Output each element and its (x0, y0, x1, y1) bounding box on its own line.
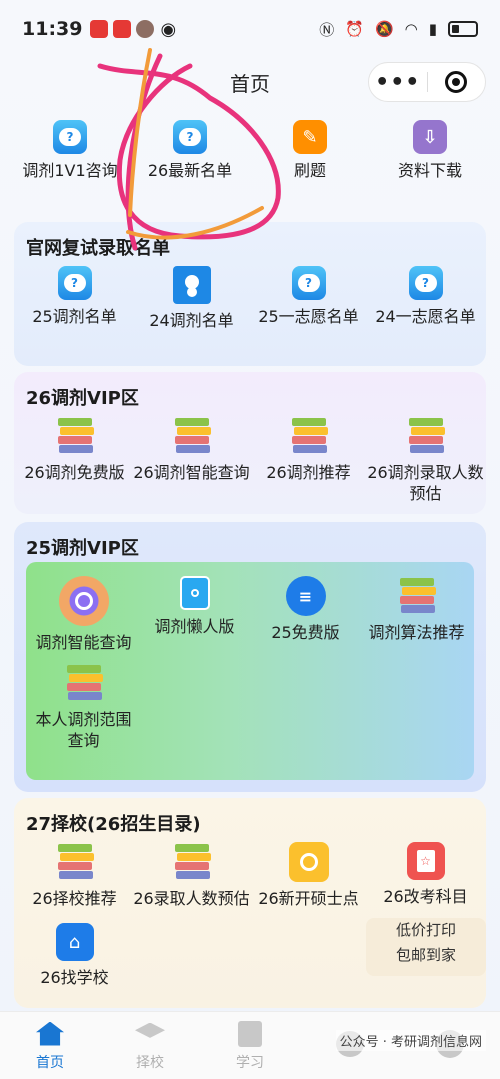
vip25-section: 25调剂VIP区 调剂智能查询 调剂懒人版 ≡ 25免费版 调剂算法推荐 本人调… (14, 522, 486, 792)
item-26-smart-query[interactable]: 26调剂智能查询 (133, 416, 250, 504)
mini-program-capsule: ••• (368, 62, 486, 102)
close-mini-program-button[interactable] (428, 71, 486, 93)
page-title: 首页 (230, 71, 270, 96)
section-title: 26调剂VIP区 (26, 388, 139, 409)
badge-icon (288, 842, 329, 882)
more-button[interactable]: ••• (369, 70, 427, 95)
section-title: 25调剂VIP区 (26, 538, 139, 559)
person-card-icon (179, 576, 210, 610)
chat-bubble-icon: ? (408, 266, 443, 300)
chat-bubble-icon: ? (173, 120, 207, 154)
person-icon (172, 266, 211, 304)
books-icon (56, 416, 94, 456)
books-icon (56, 842, 94, 882)
item-24-first-choice[interactable]: ? 24一志愿名单 (367, 266, 484, 332)
graduation-cap-icon (135, 1022, 165, 1038)
item-26-enroll-estimate[interactable]: 26录取人数预估 (133, 842, 250, 909)
item-26-find-school[interactable]: ⌂ 26找学校 (16, 923, 133, 988)
item-26-admission-estimate[interactable]: 26调剂录取人数预估 (367, 416, 484, 504)
school-icon: ⌂ (55, 923, 94, 961)
item-lazy-version[interactable]: 调剂懒人版 (139, 576, 250, 653)
magnify-icon (58, 576, 109, 626)
download-icon: ⇩ (413, 120, 447, 154)
shortcut-latest-list[interactable]: ? 26最新名单 (130, 120, 250, 200)
official-list-section: 官网复试录取名单 ? 25调剂名单 24调剂名单 ? 25一志愿名单 ? 24一… (14, 222, 486, 366)
item-25-first-choice[interactable]: ? 25一志愿名单 (250, 266, 367, 332)
item-26-school-recommend[interactable]: 26择校推荐 (16, 842, 133, 909)
print-promo-banner[interactable]: 低价打印 包邮到家 (366, 918, 486, 976)
shortcut-practice[interactable]: ✎ 刷题 (250, 120, 370, 200)
status-bar: 11:39 ◉ Ⓝ ⏰ 🔕 ◠ ▮ (0, 0, 500, 58)
mute-icon: 🔕 (374, 20, 394, 38)
tab-study[interactable]: 学习 (200, 1012, 300, 1079)
book-icon (238, 1020, 262, 1047)
notification-icon (113, 20, 132, 38)
vip25-panel: 调剂智能查询 调剂懒人版 ≡ 25免费版 调剂算法推荐 本人调剂范围查询 (26, 562, 474, 780)
eye-icon: ◉ (160, 18, 177, 40)
books-icon (173, 416, 211, 456)
item-25-free[interactable]: ≡ 25免费版 (250, 576, 361, 653)
item-25-adjust-list[interactable]: ? 25调剂名单 (16, 266, 133, 332)
chat-bubble-icon: ? (57, 266, 92, 300)
target-icon (445, 71, 468, 93)
books-icon (407, 416, 445, 456)
red-book-icon: ☆ (406, 842, 445, 880)
status-icons: Ⓝ ⏰ 🔕 ◠ ▮ (319, 19, 478, 40)
books-icon (65, 663, 103, 703)
books-icon (398, 576, 436, 616)
alarm-icon: ⏰ (345, 20, 364, 38)
tab-school[interactable]: 择校 (100, 1012, 200, 1079)
home-icon (36, 1021, 64, 1046)
nav-bar: 首页 ••• (0, 58, 500, 106)
shortcut-consult[interactable]: ? 调剂1V1咨询 (10, 120, 130, 200)
document-icon: ≡ (285, 576, 326, 616)
battery-icon (448, 21, 478, 37)
vip26-section: 26调剂VIP区 26调剂免费版 26调剂智能查询 26调剂推荐 26调剂录取人… (14, 372, 486, 514)
item-26-recommend[interactable]: 26调剂推荐 (250, 416, 367, 504)
wifi-icon: ◠ (404, 20, 418, 38)
notification-icon (90, 20, 109, 38)
tab-home[interactable]: 首页 (0, 1012, 100, 1079)
books-icon (290, 416, 328, 456)
section-title: 27择校(26招生目录) (26, 814, 201, 835)
chat-bubble-icon: ? (291, 266, 326, 300)
signal-icon: ▮ (428, 20, 437, 38)
avatar-icon (136, 20, 155, 38)
clock: 11:39 (22, 18, 83, 40)
item-personal-range[interactable]: 本人调剂范围查询 (28, 663, 139, 751)
item-algorithm-recommend[interactable]: 调剂算法推荐 (361, 576, 472, 653)
item-24-adjust-list[interactable]: 24调剂名单 (133, 266, 250, 332)
chat-bubble-icon: ? (53, 120, 87, 154)
item-26-free[interactable]: 26调剂免费版 (16, 416, 133, 504)
section-title: 官网复试录取名单 (26, 238, 170, 259)
top-shortcuts: ? 调剂1V1咨询 ? 26最新名单 ✎ 刷题 ⇩ 资料下载 (10, 120, 490, 200)
books-icon (173, 842, 211, 882)
watermark: 公众号 · 考研调剂信息网 (335, 1030, 486, 1051)
shortcut-download[interactable]: ⇩ 资料下载 (370, 120, 490, 200)
school27-section: 27择校(26招生目录) 26择校推荐 26录取人数预估 26新开硕士点 ☆ 2… (14, 798, 486, 1008)
item-26-new-programs[interactable]: 26新开硕士点 (250, 842, 367, 909)
item-smart-query[interactable]: 调剂智能查询 (28, 576, 139, 653)
edit-icon: ✎ (293, 120, 327, 154)
item-26-subject-change[interactable]: ☆ 26改考科目 (367, 842, 484, 909)
nfc-icon: Ⓝ (319, 20, 335, 39)
